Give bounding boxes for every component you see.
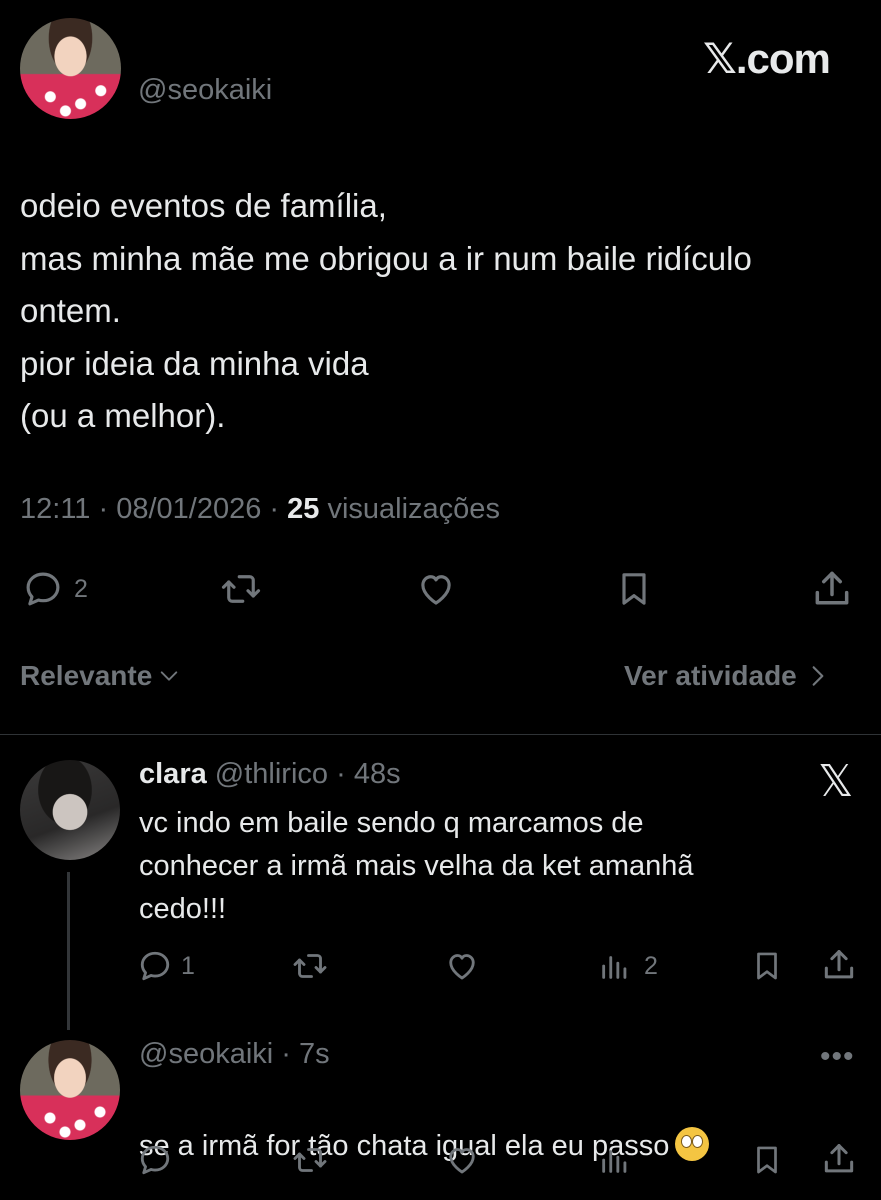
reply-header: @seokaiki · 7s: [139, 1038, 330, 1070]
author-avatar[interactable]: [20, 18, 121, 119]
like-button[interactable]: [414, 568, 458, 610]
bookmark-icon: [622, 573, 646, 605]
share-icon: [824, 1144, 854, 1173]
views-count: 2: [644, 951, 658, 980]
more-options-icon[interactable]: •••: [820, 1040, 855, 1074]
views-count: 25: [287, 493, 320, 525]
chevron-down-icon: [161, 671, 178, 681]
reply-icon: [26, 572, 60, 606]
reply-count: 2: [74, 574, 88, 603]
tweet-text: odeio eventos de família, mas minha mãe …: [20, 187, 752, 434]
sort-dropdown[interactable]: Relevante: [20, 660, 184, 692]
tweet-time[interactable]: 12:11: [20, 493, 90, 525]
view-activity-label: Ver atividade: [624, 660, 797, 691]
reply-avatar-seokaiki[interactable]: [20, 1040, 120, 1140]
share-icon: [824, 950, 854, 979]
analytics-icon: [602, 956, 627, 979]
chevron-right-icon: [812, 666, 824, 686]
bookmark-button[interactable]: [614, 567, 654, 611]
reply-count: 1: [181, 951, 195, 980]
reply-text: vc indo em baile sendo q marcamos de con…: [139, 807, 694, 925]
reply-button[interactable]: [137, 1142, 173, 1178]
analytics-icon: [602, 1150, 627, 1173]
repost-icon: [293, 954, 327, 978]
repost-button[interactable]: [218, 568, 264, 610]
bookmark-icon: [757, 1146, 777, 1174]
views-button[interactable]: 2: [598, 948, 658, 984]
views-label: visualizações: [327, 493, 500, 525]
author-handle[interactable]: @seokaiki: [138, 74, 272, 107]
heart-icon: [421, 575, 451, 605]
reply-time[interactable]: 48s: [354, 758, 401, 790]
share-icon: [815, 571, 849, 605]
bookmark-button[interactable]: [750, 947, 784, 985]
bookmark-button[interactable]: [750, 1141, 784, 1179]
repost-icon: [293, 1148, 327, 1172]
reply-button[interactable]: 2: [22, 568, 88, 610]
like-button[interactable]: [443, 948, 481, 984]
reply-icon: [140, 1145, 170, 1175]
reply-header: clara @thlirico · 48s: [139, 758, 401, 790]
view-activity-link[interactable]: Ver atividade: [624, 660, 831, 692]
reply-button[interactable]: 1: [137, 948, 195, 984]
heart-icon: [449, 954, 475, 980]
views-button[interactable]: [598, 1142, 632, 1178]
reply-author-name[interactable]: clara: [139, 758, 207, 790]
thread-line: [67, 872, 70, 1030]
heart-icon: [449, 1148, 475, 1174]
reply-icon: [140, 951, 170, 981]
reply-author-handle[interactable]: @thlirico: [215, 758, 328, 790]
share-button[interactable]: [820, 1140, 858, 1178]
reply-avatar-clara[interactable]: [20, 760, 120, 860]
rolling-eyes-emoji-icon: [675, 1127, 710, 1161]
tweet-meta: 12:11 · 08/01/2026 · 25 visualizações: [20, 493, 500, 525]
x-com-logo: 𝕏.com: [703, 35, 831, 82]
repost-button[interactable]: [290, 1142, 330, 1178]
bookmark-icon: [757, 952, 777, 980]
like-button[interactable]: [443, 1142, 481, 1178]
reply-time[interactable]: 7s: [299, 1038, 330, 1070]
reply-author-handle[interactable]: @seokaiki: [139, 1038, 273, 1070]
share-button[interactable]: [820, 946, 858, 984]
sort-label: Relevante: [20, 660, 153, 691]
divider: [0, 734, 881, 735]
x-logo-icon: 𝕏: [818, 756, 854, 807]
reply-text-content: se a irmã for tão chata igual ela eu pas…: [139, 1130, 670, 1162]
repost-button[interactable]: [290, 948, 330, 984]
tweet-date[interactable]: 08/01/2026: [116, 493, 261, 525]
share-button[interactable]: [810, 567, 854, 611]
repost-icon: [221, 575, 261, 603]
